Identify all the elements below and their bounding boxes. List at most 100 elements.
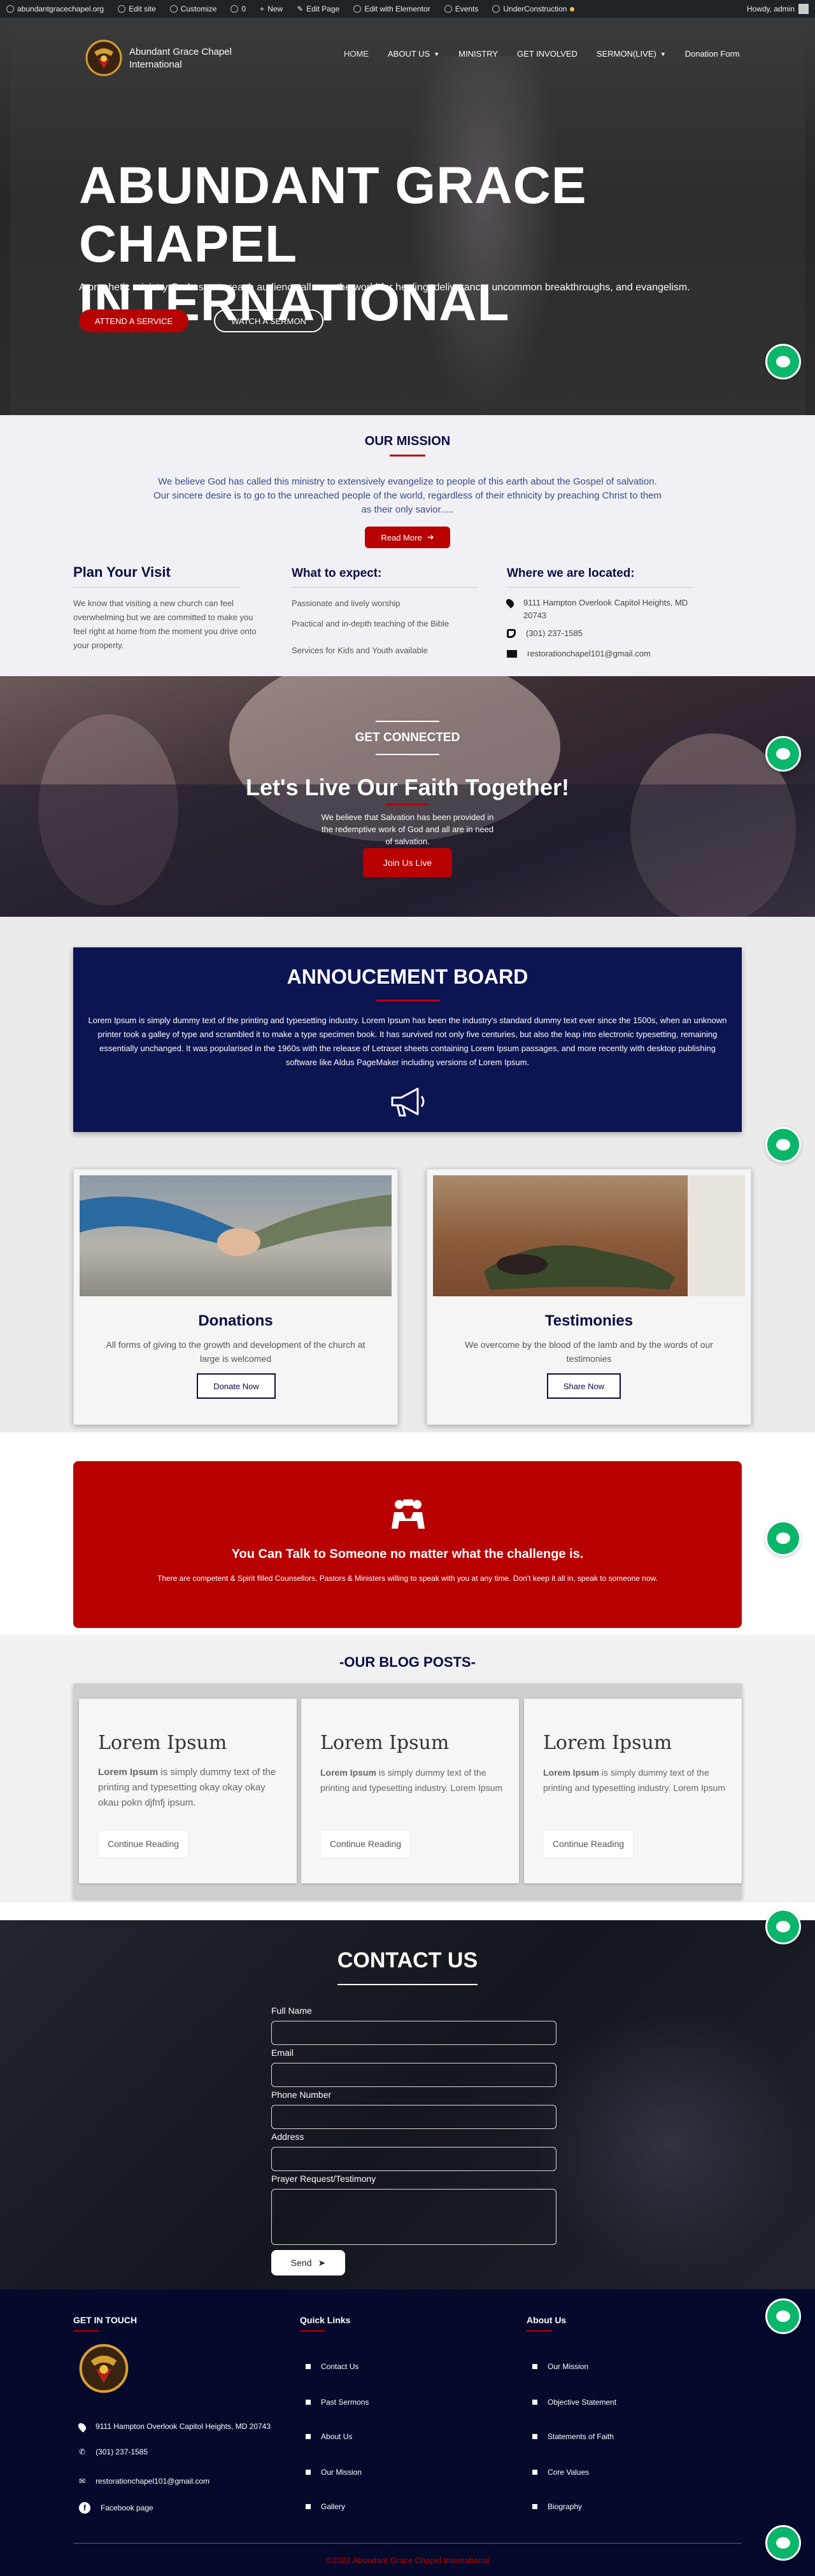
divider bbox=[507, 587, 693, 588]
blog-post-card[interactable]: Lorem Ipsum Lorem Ipsum is simply dummy … bbox=[79, 1699, 297, 1883]
footer-link[interactable]: Past Sermons bbox=[306, 2398, 369, 2407]
chat-button[interactable] bbox=[765, 1127, 801, 1163]
continue-reading-button[interactable]: Continue Reading bbox=[320, 1830, 411, 1858]
send-button[interactable]: Send ➤ bbox=[271, 2250, 345, 2275]
blog-post-card[interactable]: Lorem Ipsum Lorem Ipsum is simply dummy … bbox=[524, 1699, 742, 1883]
footer-facebook[interactable]: f Facebook page bbox=[79, 2502, 153, 2514]
nav-about[interactable]: ABOUT US ▼ bbox=[388, 49, 439, 59]
admin-customize[interactable]: Customize bbox=[169, 4, 216, 13]
blog-post-title[interactable]: Lorem Ipsum bbox=[320, 1732, 449, 1754]
divider bbox=[292, 587, 478, 588]
footer-about-link[interactable]: Biography bbox=[532, 2502, 582, 2511]
phone-icon: ✆ bbox=[79, 2447, 86, 2456]
plan-visit-title: Plan Your Visit bbox=[73, 564, 171, 580]
chevron-down-icon: ▼ bbox=[660, 50, 666, 57]
chat-button[interactable] bbox=[765, 1909, 801, 1944]
admin-events[interactable]: Events bbox=[444, 4, 478, 13]
testimonies-text: We overcome by the blood of the lamb and… bbox=[465, 1340, 713, 1364]
donations-text: All forms of giving to the growth and de… bbox=[106, 1340, 365, 1364]
full-name-field[interactable] bbox=[271, 2021, 556, 2045]
footer-email-text: restorationchapel101@gmail.com bbox=[96, 2477, 210, 2486]
continue-reading-button[interactable]: Continue Reading bbox=[543, 1830, 634, 1858]
donate-now-button[interactable]: Donate Now bbox=[197, 1373, 276, 1399]
site-name[interactable]: Abundant Grace Chapel International bbox=[129, 46, 250, 71]
chat-button[interactable] bbox=[765, 344, 801, 379]
expect-item: Passionate and lively worship bbox=[292, 598, 400, 608]
admin-bar: abundantgracechapel.org Edit site Custom… bbox=[0, 0, 815, 18]
chat-bubble-icon bbox=[776, 2311, 790, 2322]
footer-about-label: Objective Statement bbox=[548, 2398, 617, 2407]
blog-post-title[interactable]: Lorem Ipsum bbox=[543, 1732, 672, 1754]
footer-link[interactable]: About Us bbox=[306, 2432, 352, 2441]
email-field[interactable] bbox=[271, 2063, 556, 2087]
attend-service-button[interactable]: ATTEND A SERVICE bbox=[79, 309, 188, 332]
phone-field[interactable] bbox=[271, 2105, 556, 2129]
footer-link[interactable]: Contact Us bbox=[306, 2362, 358, 2371]
divider bbox=[73, 587, 240, 588]
arrow-right-icon: ➜ bbox=[427, 532, 434, 542]
location-column: Where we are located: 9111 Hampton Overl… bbox=[504, 567, 742, 660]
address-field[interactable] bbox=[271, 2147, 556, 2171]
connected-text: We believe that Salvation has been provi… bbox=[321, 812, 494, 846]
facebook-icon: f bbox=[79, 2502, 90, 2514]
bullet-icon bbox=[532, 2364, 537, 2369]
watch-sermon-button[interactable]: WATCH A SERMON bbox=[214, 309, 323, 332]
chat-button[interactable] bbox=[765, 1520, 801, 1556]
footer-about-label: Core Values bbox=[548, 2468, 590, 2477]
announcement-text: Lorem Ipsum is simply dummy text of the … bbox=[88, 1016, 727, 1067]
announcement-title: ANNOUCEMENT BOARD bbox=[287, 965, 528, 988]
blog-post-card[interactable]: Lorem Ipsum Lorem Ipsum is simply dummy … bbox=[301, 1699, 519, 1883]
chevron-down-icon: ▼ bbox=[434, 50, 440, 57]
nav-donation-form[interactable]: Donation Form bbox=[685, 49, 740, 59]
address-text: 9111 Hampton Overlook Capitol Heights, M… bbox=[523, 598, 688, 620]
prayer-request-field[interactable] bbox=[271, 2189, 556, 2245]
share-now-button[interactable]: Share Now bbox=[547, 1373, 621, 1399]
footer-about-link[interactable]: Core Values bbox=[532, 2468, 589, 2477]
join-live-button[interactable]: Join Us Live bbox=[363, 848, 452, 877]
nav-get-involved[interactable]: GET INVOLVED bbox=[517, 49, 578, 59]
admin-edit-site[interactable]: Edit site bbox=[118, 4, 156, 13]
footer-about-label: Our Mission bbox=[548, 2362, 589, 2371]
location-title: Where we are located: bbox=[507, 567, 635, 580]
footer-facebook-text: Facebook page bbox=[101, 2503, 153, 2512]
bullet-icon bbox=[532, 2434, 537, 2439]
blog-post-title[interactable]: Lorem Ipsum bbox=[98, 1732, 227, 1754]
read-more-button[interactable]: Read More ➜ bbox=[365, 527, 450, 548]
footer-about-label: Statements of Faith bbox=[548, 2432, 614, 2441]
footer-link[interactable]: Gallery bbox=[306, 2502, 345, 2511]
footer-about-link[interactable]: Our Mission bbox=[532, 2362, 588, 2371]
comment-icon bbox=[230, 5, 239, 13]
nav-get-involved-label: GET INVOLVED bbox=[517, 49, 578, 59]
chat-button[interactable] bbox=[765, 2525, 801, 2561]
church-logo-icon[interactable] bbox=[85, 39, 122, 76]
footer-about-link[interactable]: Statements of Faith bbox=[532, 2432, 614, 2441]
admin-comments[interactable]: 0 bbox=[230, 4, 246, 13]
nav-sermon[interactable]: SERMON(LIVE) ▼ bbox=[597, 49, 666, 59]
nav-ministry[interactable]: MINISTRY bbox=[458, 49, 498, 59]
admin-edit-page[interactable]: ✎ Edit Page bbox=[297, 4, 339, 13]
mission-text: We believe God has called this ministry … bbox=[153, 476, 662, 515]
admin-elementor[interactable]: Edit with Elementor bbox=[353, 4, 430, 13]
continue-reading-button[interactable]: Continue Reading bbox=[98, 1830, 188, 1858]
chat-button[interactable] bbox=[765, 2298, 801, 2334]
hero-tagline: A prophetic ministry God uses to reach a… bbox=[79, 282, 690, 293]
footer-link[interactable]: Our Mission bbox=[306, 2468, 362, 2477]
full-name-label: Full Name bbox=[271, 2006, 312, 2016]
get-connected-section: GET CONNECTED Let's Live Our Faith Toget… bbox=[0, 676, 815, 917]
footer-link-label: Contact Us bbox=[321, 2362, 359, 2371]
admin-site-link[interactable]: abundantgracechapel.org bbox=[6, 4, 104, 13]
footer-about-link[interactable]: Objective Statement bbox=[532, 2398, 616, 2407]
nav-home[interactable]: HOME bbox=[344, 49, 369, 59]
footer-underline bbox=[73, 2330, 99, 2332]
footer-link-label: About Us bbox=[321, 2432, 353, 2441]
admin-new[interactable]: + New bbox=[260, 4, 283, 13]
admin-account[interactable]: Howdy, admin bbox=[747, 4, 809, 14]
footer-logo-icon[interactable] bbox=[79, 2343, 129, 2394]
admin-maintenance[interactable]: UnderConstruction bbox=[492, 4, 575, 13]
blog-post-excerpt: Lorem Ipsum is simply dummy text of the … bbox=[98, 1765, 283, 1811]
connected-title: Let's Live Our Faith Together! bbox=[246, 774, 569, 800]
footer-email[interactable]: ✉ restorationchapel101@gmail.com bbox=[79, 2477, 209, 2486]
footer-address: 9111 Hampton Overlook Capitol Heights, M… bbox=[76, 2421, 271, 2433]
chat-button[interactable] bbox=[765, 736, 801, 772]
phone-icon bbox=[507, 629, 516, 638]
